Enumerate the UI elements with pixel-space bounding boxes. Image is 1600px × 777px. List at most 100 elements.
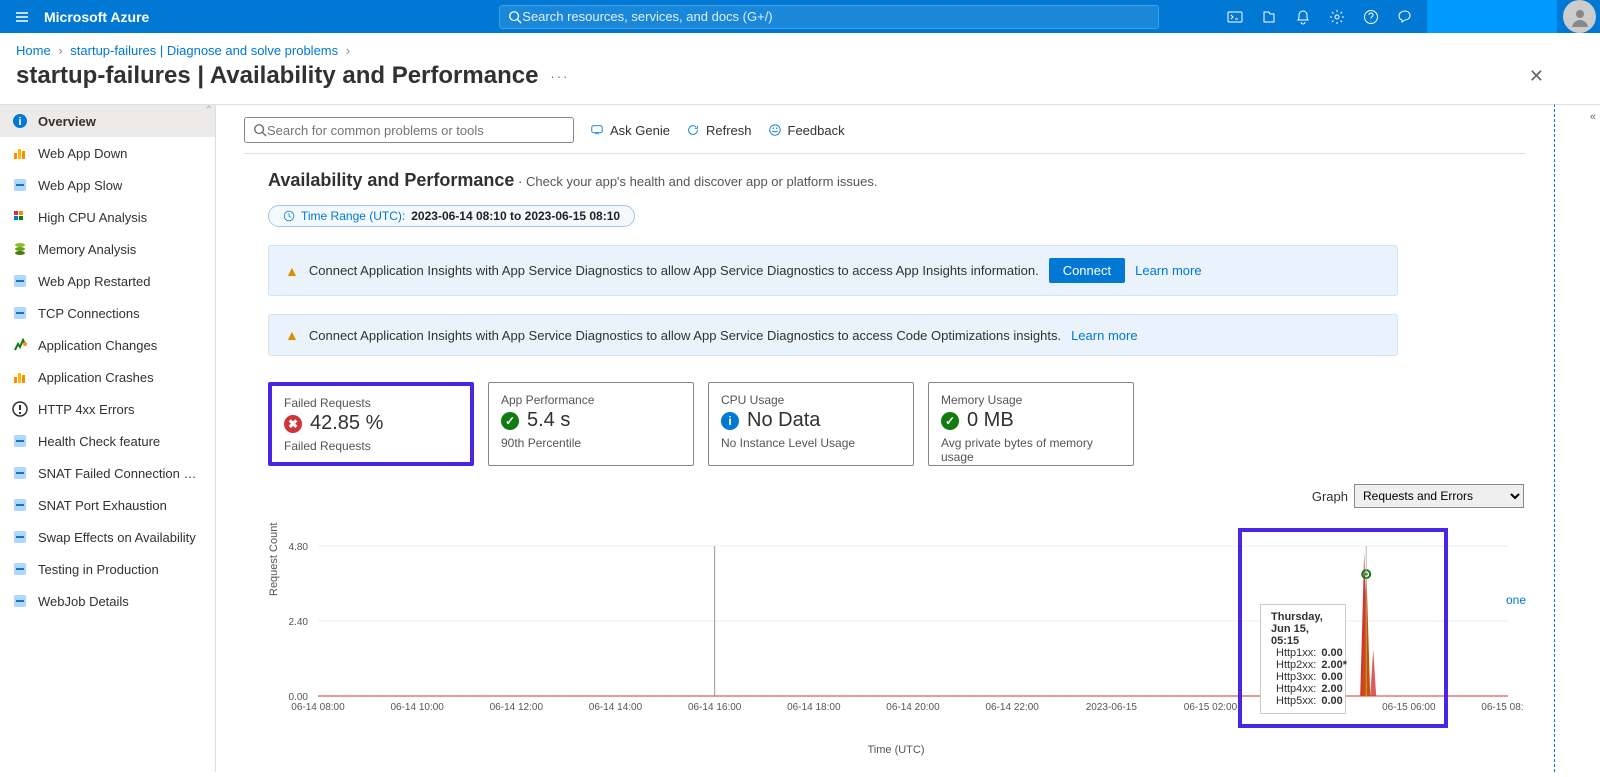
sidebar-item-label: High CPU Analysis bbox=[38, 210, 147, 225]
time-range-chip[interactable]: Time Range (UTC): 2023-06-14 08:10 to 20… bbox=[268, 205, 635, 227]
more-actions[interactable]: ··· bbox=[550, 69, 569, 84]
close-button[interactable]: ✕ bbox=[1529, 66, 1584, 87]
bars-or-icon bbox=[12, 145, 28, 161]
avatar[interactable] bbox=[1563, 0, 1596, 33]
page-title: startup-failures | Availability and Perf… bbox=[16, 62, 538, 90]
breadcrumb: Home › startup-failures | Diagnose and s… bbox=[0, 33, 1600, 60]
section-subtitle: Check your app's health and discover app… bbox=[526, 174, 878, 189]
sidebar: ⌃ iOverviewWeb App DownWeb App SlowHigh … bbox=[0, 104, 216, 772]
cloudshell-icon[interactable] bbox=[1219, 0, 1251, 33]
metric-card-cpu-usage[interactable]: CPU UsageiNo DataNo Instance Level Usage bbox=[708, 382, 914, 466]
banner-code-opt: ▲ Connect Application Insights with App … bbox=[268, 314, 1398, 356]
content-toolbar: Ask Genie Refresh Feedback bbox=[244, 117, 1526, 154]
ask-genie-button[interactable]: Ask Genie bbox=[590, 123, 670, 138]
global-search[interactable] bbox=[499, 5, 1159, 29]
collapse-icon[interactable]: « bbox=[1590, 111, 1596, 123]
sidebar-item-testing-in-production[interactable]: Testing in Production bbox=[0, 553, 215, 585]
sidebar-item-high-cpu-analysis[interactable]: High CPU Analysis bbox=[0, 201, 215, 233]
problem-search[interactable] bbox=[244, 117, 574, 143]
refresh-icon bbox=[686, 123, 700, 137]
tile-pb-icon bbox=[12, 529, 28, 545]
learn-more-link-1[interactable]: Learn more bbox=[1135, 263, 1201, 278]
sidebar-item-web-app-slow[interactable]: Web App Slow bbox=[0, 169, 215, 201]
page-title-row: startup-failures | Availability and Perf… bbox=[0, 60, 1600, 104]
brand-label[interactable]: Microsoft Azure bbox=[44, 9, 169, 25]
breadcrumb-diagnose[interactable]: startup-failures | Diagnose and solve pr… bbox=[70, 43, 338, 58]
sidebar-item-label: TCP Connections bbox=[38, 306, 140, 321]
svg-text:i: i bbox=[18, 116, 21, 128]
top-bar: Microsoft Azure bbox=[0, 0, 1600, 33]
hamburger-menu[interactable] bbox=[0, 9, 44, 25]
feedback-top-icon[interactable] bbox=[1389, 0, 1421, 33]
sidebar-item-memory-analysis[interactable]: Memory Analysis bbox=[0, 233, 215, 265]
sidebar-item-application-crashes[interactable]: Application Crashes bbox=[0, 361, 215, 393]
sidebar-item-http-4xx-errors[interactable]: HTTP 4xx Errors bbox=[0, 393, 215, 425]
svg-text:2.40: 2.40 bbox=[289, 617, 309, 628]
sidebar-item-swap-effects-on-availability[interactable]: Swap Effects on Availability bbox=[0, 521, 215, 553]
svg-text:4.80: 4.80 bbox=[289, 542, 309, 553]
graph-select[interactable]: Requests and Errors bbox=[1354, 484, 1524, 508]
right-gutter: « bbox=[1555, 104, 1600, 772]
sidebar-item-label: Web App Down bbox=[38, 146, 127, 161]
help-icon[interactable] bbox=[1355, 0, 1387, 33]
svg-text:06-14 18:00: 06-14 18:00 bbox=[787, 702, 841, 713]
legend-item[interactable]: Http2xx bbox=[788, 770, 843, 772]
stack-gr-icon bbox=[12, 241, 28, 257]
status-icon: i bbox=[721, 412, 739, 430]
notifications-icon[interactable] bbox=[1287, 0, 1319, 33]
legend-item[interactable]: Http1xx bbox=[707, 770, 762, 772]
settings-icon[interactable] bbox=[1321, 0, 1353, 33]
svg-text:06-14 22:00: 06-14 22:00 bbox=[985, 702, 1039, 713]
problem-search-input[interactable] bbox=[267, 123, 565, 138]
learn-more-link-2[interactable]: Learn more bbox=[1071, 328, 1137, 343]
refresh-button[interactable]: Refresh bbox=[686, 123, 752, 138]
sidebar-item-overview[interactable]: iOverview bbox=[0, 105, 215, 137]
topbar-actions bbox=[1219, 0, 1600, 33]
sidebar-item-application-changes[interactable]: Application Changes bbox=[0, 329, 215, 361]
sidebar-item-snat-failed-connection-endp[interactable]: SNAT Failed Connection Endp... bbox=[0, 457, 215, 489]
metric-card-failed-requests[interactable]: Failed Requests✖42.85 %Failed Requests bbox=[268, 382, 474, 466]
svg-text:06-15 02:00: 06-15 02:00 bbox=[1184, 702, 1238, 713]
tile-pb-icon bbox=[12, 561, 28, 577]
graph-label: Graph bbox=[1312, 489, 1348, 504]
chart[interactable]: Request Count 0.002.404.8006-14 08:0006-… bbox=[268, 536, 1524, 746]
directories-icon[interactable] bbox=[1253, 0, 1285, 33]
metric-card-app-performance[interactable]: App Performance✓5.4 s90th Percentile bbox=[488, 382, 694, 466]
legend-item[interactable]: Http3xx bbox=[869, 770, 924, 772]
sidebar-item-health-check-feature[interactable]: Health Check feature bbox=[0, 425, 215, 457]
svg-text:06-14 10:00: 06-14 10:00 bbox=[390, 702, 444, 713]
tile-pb-icon bbox=[12, 433, 28, 449]
sidebar-item-webjob-details[interactable]: WebJob Details bbox=[0, 585, 215, 617]
svg-text:06-14 14:00: 06-14 14:00 bbox=[589, 702, 643, 713]
breadcrumb-home[interactable]: Home bbox=[16, 43, 51, 58]
legend-item[interactable]: Http5xx bbox=[1030, 770, 1085, 772]
sidebar-item-web-app-restarted[interactable]: Web App Restarted bbox=[0, 265, 215, 297]
status-icon: ✓ bbox=[501, 412, 519, 430]
metric-cards: Failed Requests✖42.85 %Failed RequestsAp… bbox=[268, 382, 1526, 466]
chevron-right-icon: › bbox=[342, 43, 354, 58]
warning-icon: ▲ bbox=[285, 263, 299, 279]
svg-text:06-14 20:00: 06-14 20:00 bbox=[886, 702, 940, 713]
metric-card-memory-usage[interactable]: Memory Usage✓0 MBAvg private bytes of me… bbox=[928, 382, 1134, 466]
search-icon bbox=[253, 123, 267, 137]
feedback-button[interactable]: Feedback bbox=[768, 123, 845, 138]
excl-icon bbox=[12, 401, 28, 417]
global-search-input[interactable] bbox=[522, 9, 1150, 24]
status-icon: ✓ bbox=[941, 412, 959, 430]
sidebar-item-label: Memory Analysis bbox=[38, 242, 136, 257]
sidebar-item-snat-port-exhaustion[interactable]: SNAT Port Exhaustion bbox=[0, 489, 215, 521]
tile-pb-icon bbox=[12, 177, 28, 193]
connect-button[interactable]: Connect bbox=[1049, 258, 1125, 283]
sidebar-item-web-app-down[interactable]: Web App Down bbox=[0, 137, 215, 169]
tile-pb-icon bbox=[12, 465, 28, 481]
tile-pb-icon bbox=[12, 305, 28, 321]
account-box[interactable] bbox=[1427, 0, 1557, 33]
svg-text:06-14 08:00: 06-14 08:00 bbox=[291, 702, 345, 713]
legend-item[interactable]: Http4xx bbox=[949, 770, 1004, 772]
sidebar-item-label: SNAT Port Exhaustion bbox=[38, 498, 167, 513]
sidebar-item-label: HTTP 4xx Errors bbox=[38, 402, 135, 417]
sidebar-item-label: Application Changes bbox=[38, 338, 157, 353]
sidebar-item-tcp-connections[interactable]: TCP Connections bbox=[0, 297, 215, 329]
svg-text:06-14 12:00: 06-14 12:00 bbox=[490, 702, 544, 713]
info-icon: i bbox=[12, 113, 28, 129]
